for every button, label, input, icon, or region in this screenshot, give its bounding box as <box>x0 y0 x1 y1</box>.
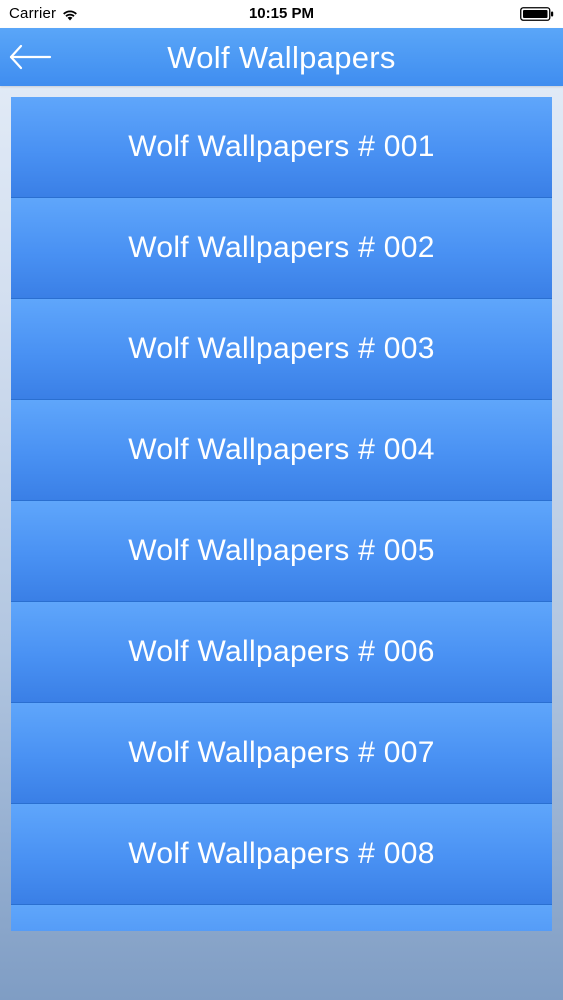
list-item-label: Wolf Wallpapers # 001 <box>128 130 435 163</box>
status-bar: Carrier 10:15 PM <box>0 0 563 28</box>
list-item-label: Wolf Wallpapers # 005 <box>128 534 435 567</box>
page-title: Wolf Wallpapers <box>167 40 396 75</box>
list-item[interactable]: Wolf Wallpapers # 002 <box>11 198 552 299</box>
list-item[interactable]: Wolf Wallpapers # 007 <box>11 703 552 804</box>
status-time: 10:15 PM <box>248 5 315 22</box>
list-item[interactable]: Wolf Wallpapers # 005 <box>11 501 552 602</box>
list-item[interactable]: Wolf Wallpapers # 004 <box>11 400 552 501</box>
list-item-label: Wolf Wallpapers # 006 <box>128 635 435 668</box>
list-item-label: Wolf Wallpapers # 004 <box>128 433 435 466</box>
list-item[interactable]: Wolf Wallpapers # 006 <box>11 602 552 703</box>
nav-bar: Wolf Wallpapers <box>0 28 563 86</box>
list-item-label: Wolf Wallpapers # 003 <box>128 332 435 365</box>
list-item-label: Wolf Wallpapers # 007 <box>128 736 435 769</box>
battery-icon <box>520 7 554 21</box>
wallpaper-list[interactable]: Wolf Wallpapers # 001 Wolf Wallpapers # … <box>11 97 552 931</box>
list-item-label: Wolf Wallpapers # 008 <box>128 837 435 870</box>
list-item-label: Wolf Wallpapers # 002 <box>128 231 435 264</box>
list-item[interactable]: Wolf Wallpapers # 001 <box>11 97 552 198</box>
list-item-partial[interactable] <box>11 905 552 931</box>
list-item[interactable]: Wolf Wallpapers # 003 <box>11 299 552 400</box>
list-item[interactable]: Wolf Wallpapers # 008 <box>11 804 552 905</box>
